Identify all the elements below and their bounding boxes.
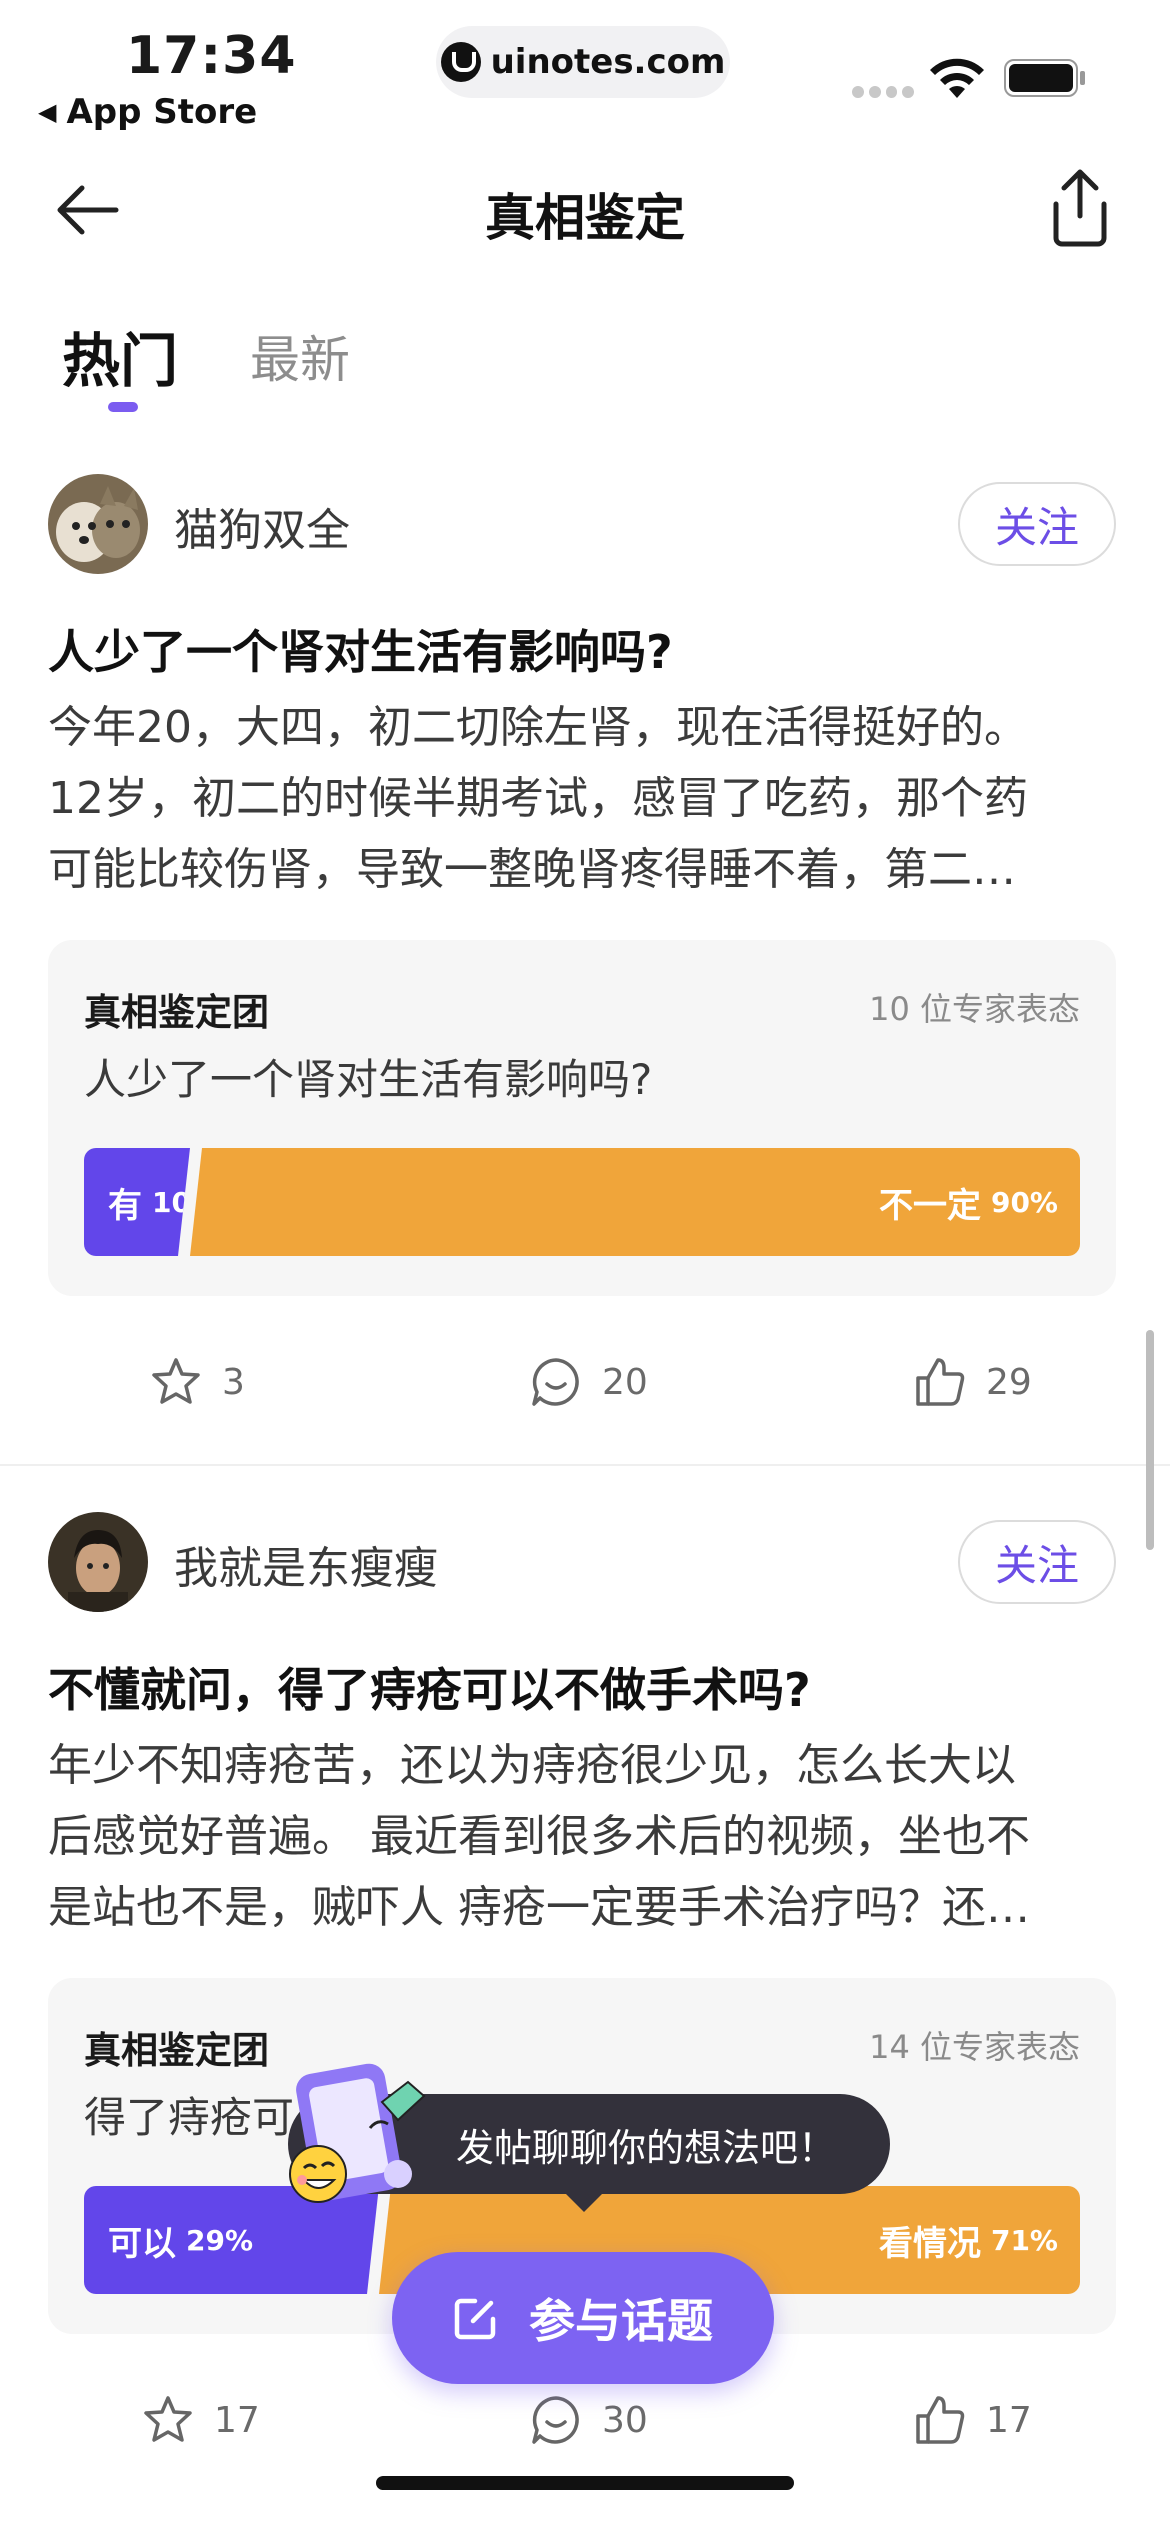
- option-a-label: 有: [108, 1185, 142, 1226]
- avatar[interactable]: [48, 474, 148, 574]
- site-logo-icon: [440, 42, 481, 82]
- follow-button[interactable]: 关注: [958, 482, 1116, 566]
- verdict-option-b[interactable]: 不一定 90%: [190, 1148, 1080, 1256]
- post-actions: 17 30 17: [0, 2380, 1170, 2460]
- option-b-label: 看情况: [878, 2223, 981, 2264]
- verdict-team-label: 真相鉴定团: [84, 991, 269, 1034]
- option-b-percent: 90%: [990, 1185, 1058, 1219]
- battery-icon: [1004, 59, 1085, 97]
- username[interactable]: 猫狗双全: [174, 494, 350, 558]
- favorite-button[interactable]: 17: [140, 2380, 260, 2460]
- option-a-percent: 29%: [186, 2223, 254, 2257]
- verdict-option-a[interactable]: 有 10%: [84, 1148, 190, 1256]
- verdict-card[interactable]: 真相鉴定团 10 位专家表态 人少了一个肾对生活有影响吗? 有 10% 不一定 90…: [48, 940, 1116, 1296]
- avatar-image: [48, 1512, 148, 1612]
- like-button[interactable]: 29: [912, 1342, 1032, 1422]
- post-title[interactable]: 不懂就问，得了痔疮可以不做手术吗?: [48, 1654, 811, 1720]
- option-b-percent: 71%: [990, 2223, 1058, 2257]
- tab-active-indicator: [108, 402, 138, 412]
- phone-mascot-icon: [289, 2063, 426, 2203]
- back-triangle-icon: ◀: [38, 98, 57, 126]
- post-divider: [0, 1464, 1170, 1466]
- url-pill[interactable]: uinotes.com: [436, 26, 730, 98]
- post-body[interactable]: 年少不知痔疮苦，还以为痔疮很少见，怎么长大以 后感觉好普遍。 最近看到很多术后的…: [48, 1730, 1122, 1943]
- option-b-label: 不一定: [878, 1185, 981, 1226]
- favorite-button[interactable]: 3: [148, 1342, 245, 1422]
- tab-new[interactable]: 最新: [250, 320, 350, 392]
- scrollbar[interactable]: [1146, 1330, 1154, 1550]
- star-icon: [144, 2396, 192, 2442]
- expert-count: 10 位专家表态: [869, 990, 1080, 1028]
- star-icon: [152, 1358, 200, 1404]
- post-body-line: 今年20，大四，初二切除左肾，现在活得挺好的。: [48, 702, 1028, 753]
- comment-icon: [532, 2396, 579, 2444]
- option-a-label: 可以: [108, 2223, 176, 2264]
- page-title: 真相鉴定: [485, 189, 685, 247]
- status-time: 17:34: [126, 26, 297, 86]
- tooltip-text: 发帖聊聊你的想法吧！: [456, 2125, 837, 2170]
- post-body-line: 后感觉好普遍。 最近看到很多术后的视频，坐也不: [48, 1811, 1030, 1862]
- post-body[interactable]: 今年20，大四，初二切除左肾，现在活得挺好的。 12岁，初二的时候半期考试，感冒…: [48, 692, 1122, 905]
- expert-count: 14 位专家表态: [869, 2028, 1080, 2066]
- like-count: 17: [986, 2399, 1032, 2441]
- comment-count: 20: [602, 1361, 648, 1403]
- thumbs-up-icon: [916, 1358, 965, 1406]
- favorite-count: 3: [222, 1361, 245, 1403]
- status-bar: 17:34 ◀ App Store uinotes.com: [0, 0, 1170, 140]
- avatar-image: [48, 474, 148, 574]
- comment-button[interactable]: 20: [528, 1342, 648, 1422]
- post-actions: 3 20 29: [0, 1342, 1170, 1422]
- post-body-line: 可能比较伤肾，导致一整晚肾疼得睡不着，第二…: [48, 844, 1016, 895]
- back-to-app-link[interactable]: ◀ App Store: [38, 92, 257, 132]
- wifi-icon: [930, 58, 984, 98]
- like-button[interactable]: 17: [912, 2380, 1032, 2460]
- post-title[interactable]: 人少了一个肾对生活有影响吗?: [48, 616, 673, 682]
- verdict-bar: 有 10% 不一定 90%: [84, 1148, 1080, 1256]
- verdict-team-label: 真相鉴定团: [84, 2029, 269, 2072]
- tab-hot[interactable]: 热门: [62, 314, 178, 398]
- comment-count: 30: [602, 2399, 648, 2441]
- comment-button[interactable]: 30: [528, 2380, 648, 2460]
- share-icon[interactable]: [1042, 166, 1118, 248]
- nav-bar: 真相鉴定: [0, 150, 1170, 266]
- url-text: uinotes.com: [490, 42, 726, 82]
- thumbs-up-icon: [916, 2396, 965, 2444]
- join-topic-button[interactable]: 参与话题: [392, 2252, 774, 2384]
- post-body-line: 年少不知痔疮苦，还以为痔疮很少见，怎么长大以: [48, 1740, 1016, 1791]
- tab-bar: 热门 最新: [0, 300, 1170, 420]
- avatar[interactable]: [48, 1512, 148, 1612]
- comment-icon: [532, 1358, 579, 1406]
- join-topic-label: 参与话题: [529, 2294, 713, 2348]
- back-app-label: App Store: [66, 92, 258, 132]
- follow-button[interactable]: 关注: [958, 1520, 1116, 1604]
- verdict-question: 人少了一个肾对生活有影响吗?: [84, 1055, 653, 1104]
- username[interactable]: 我就是东瘦瘦: [174, 1532, 438, 1596]
- edit-icon: [454, 2298, 496, 2340]
- post-body-line: 是站也不是，贼吓人 痔疮一定要手术治疗吗？还…: [48, 1882, 1030, 1933]
- post-card[interactable]: 猫狗双全 关注 人少了一个肾对生活有影响吗? 今年20，大四，初二切除左肾，现在…: [0, 470, 1170, 1450]
- post-body-line: 12岁，初二的时候半期考试，感冒了吃药，那个药: [48, 773, 1028, 824]
- like-count: 29: [986, 1361, 1032, 1403]
- home-indicator[interactable]: [376, 2476, 794, 2490]
- favorite-count: 17: [214, 2399, 260, 2441]
- signal-dots-icon: [852, 86, 914, 98]
